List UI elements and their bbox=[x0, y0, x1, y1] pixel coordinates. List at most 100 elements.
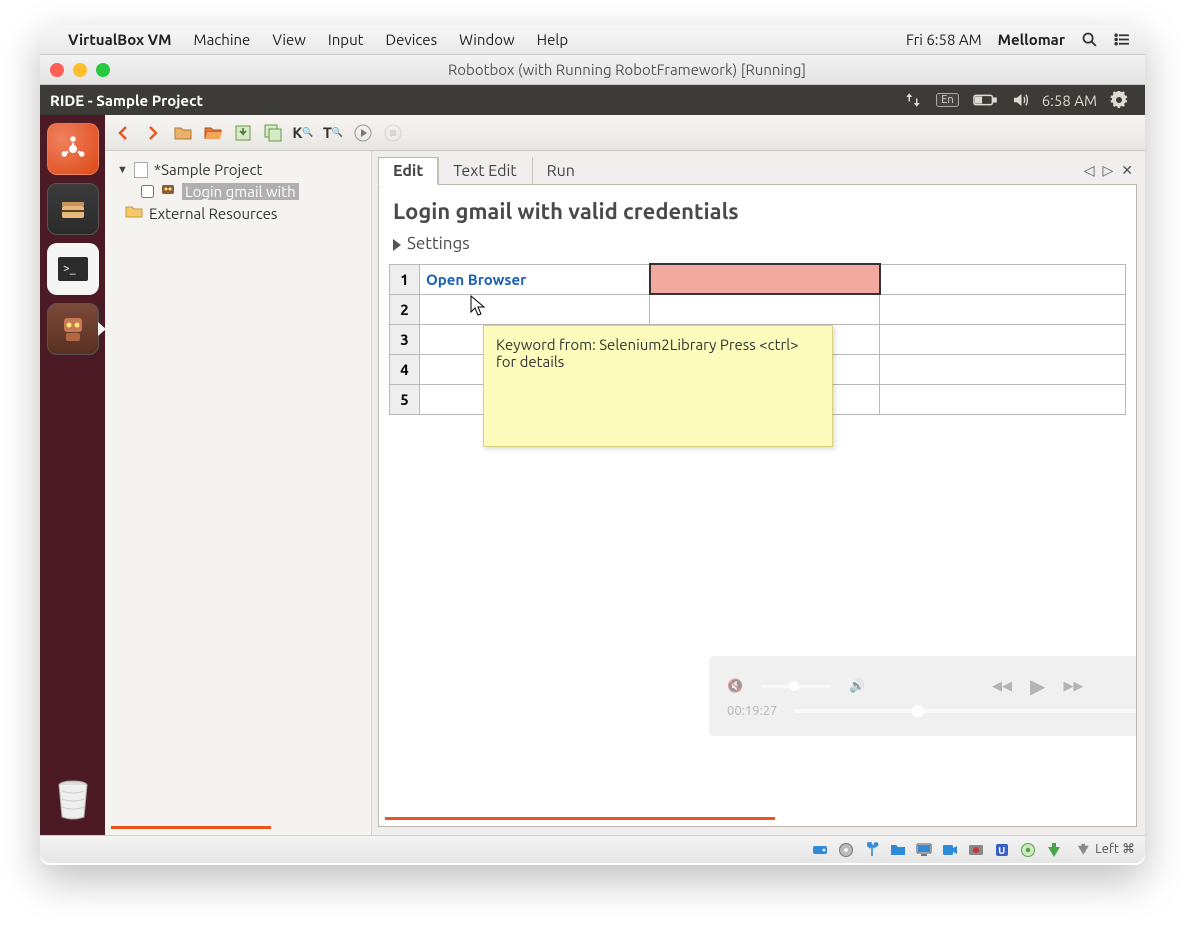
grid-cell-keyword[interactable]: Open Browser bbox=[420, 264, 650, 294]
menu-list-icon[interactable] bbox=[1114, 31, 1131, 48]
svg-text:>_: >_ bbox=[63, 262, 76, 275]
grid-cell[interactable] bbox=[880, 384, 1126, 414]
stop-icon[interactable] bbox=[383, 123, 403, 143]
back-icon[interactable] bbox=[113, 123, 133, 143]
play-icon: ▶ bbox=[1030, 674, 1045, 698]
keyword-search-icon[interactable]: K🔍 bbox=[293, 123, 313, 143]
video-controls-overlay: 🔇 🔊 ◀◀ ▶ ▶▶ ⇪ 00:19:2 bbox=[709, 656, 1137, 736]
panel-clock[interactable]: 6:58 AM bbox=[1042, 92, 1097, 109]
keyword-tooltip: Keyword from: Selenium2Library Press <ct… bbox=[483, 325, 833, 447]
rewind-icon: ◀◀ bbox=[992, 679, 1012, 694]
grid-cell[interactable] bbox=[880, 264, 1126, 294]
status-guest-additions-icon[interactable] bbox=[1019, 841, 1036, 858]
mute-icon: 🔇 bbox=[727, 679, 743, 694]
save-icon[interactable] bbox=[233, 123, 253, 143]
battery-icon[interactable] bbox=[973, 93, 997, 107]
status-shared-folder-icon[interactable] bbox=[889, 841, 906, 858]
mac-menubar: VirtualBox VM Machine View Input Devices… bbox=[40, 25, 1145, 55]
tree-testcase[interactable]: Login gmail with bbox=[111, 180, 365, 203]
grid-cell[interactable] bbox=[880, 294, 1126, 324]
testcase-title: Login gmail with valid credentials bbox=[393, 199, 1126, 224]
window-close-icon[interactable] bbox=[50, 63, 64, 77]
tree-external-resources[interactable]: External Resources bbox=[111, 203, 365, 224]
grid-row-header[interactable]: 4 bbox=[390, 354, 420, 384]
robot-app-icon[interactable] bbox=[47, 303, 99, 355]
tab-close-icon[interactable]: ✕ bbox=[1117, 162, 1137, 179]
tree-root-label: *Sample Project bbox=[154, 161, 262, 178]
files-icon[interactable] bbox=[47, 183, 99, 235]
menu-machine[interactable]: Machine bbox=[194, 31, 251, 48]
dash-icon[interactable] bbox=[47, 123, 99, 175]
expand-icon bbox=[393, 239, 401, 251]
status-hdd-icon[interactable] bbox=[811, 841, 828, 858]
menu-devices[interactable]: Devices bbox=[386, 31, 438, 48]
testcase-checkbox[interactable] bbox=[141, 185, 154, 198]
status-cd-icon[interactable] bbox=[837, 841, 854, 858]
window-minimize-icon[interactable] bbox=[73, 63, 87, 77]
grid-row-header[interactable]: 3 bbox=[390, 324, 420, 354]
grid-cell[interactable] bbox=[880, 354, 1126, 384]
status-display-icon[interactable] bbox=[915, 841, 932, 858]
vm-window-title: Robotbox (with Running RobotFramework) [… bbox=[119, 61, 1135, 78]
tab-nav-prev-icon[interactable]: ◁ bbox=[1080, 162, 1099, 179]
grid-cell[interactable] bbox=[420, 294, 650, 324]
editor-body: Login gmail with valid credentials Setti… bbox=[378, 185, 1137, 827]
tree-scroll-indicator bbox=[111, 826, 271, 829]
gear-icon[interactable] bbox=[1110, 91, 1128, 109]
robot-icon bbox=[160, 182, 176, 201]
svg-text:U: U bbox=[998, 845, 1005, 856]
tree-testcase-label: Login gmail with bbox=[182, 183, 299, 200]
host-key-indicator: Left ⌘ bbox=[1077, 842, 1135, 857]
volume-up-icon: 🔊 bbox=[849, 679, 865, 694]
grid-cell-selected[interactable] bbox=[650, 264, 880, 294]
menu-help[interactable]: Help bbox=[537, 31, 568, 48]
folder-icon bbox=[125, 205, 143, 222]
status-vrde-icon[interactable]: U bbox=[993, 841, 1010, 858]
grid-row-header[interactable]: 2 bbox=[390, 294, 420, 324]
forward-icon[interactable] bbox=[143, 123, 163, 143]
collapse-icon[interactable]: ▼ bbox=[117, 164, 128, 176]
grid-row-header[interactable]: 1 bbox=[390, 264, 420, 294]
volume-icon[interactable] bbox=[1011, 91, 1029, 109]
open-file-icon[interactable] bbox=[173, 123, 193, 143]
network-updown-icon[interactable] bbox=[904, 91, 922, 109]
grid-cell[interactable] bbox=[650, 294, 880, 324]
menubar-user[interactable]: Mellomar bbox=[998, 31, 1065, 48]
status-video-capture-icon[interactable] bbox=[941, 841, 958, 858]
vm-statusbar: U Left ⌘ bbox=[40, 835, 1145, 863]
tab-run[interactable]: Run bbox=[532, 157, 590, 185]
grid-row-header[interactable]: 5 bbox=[390, 384, 420, 414]
elapsed-time: 00:19:27 bbox=[727, 704, 777, 718]
spotlight-icon[interactable] bbox=[1081, 31, 1098, 48]
menu-window[interactable]: Window bbox=[459, 31, 515, 48]
project-tree: ▼ *Sample Project Login gmail with bbox=[105, 151, 372, 835]
tab-text-edit[interactable]: Text Edit bbox=[438, 157, 531, 185]
keyboard-lang-indicator[interactable]: En bbox=[936, 93, 958, 107]
ubuntu-top-panel: RIDE - Sample Project En 6:58 AM bbox=[40, 85, 1145, 115]
suite-icon bbox=[134, 162, 148, 178]
grid-cell[interactable] bbox=[880, 324, 1126, 354]
terminal-icon[interactable]: >_ bbox=[47, 243, 99, 295]
app-window-title: RIDE - Sample Project bbox=[50, 92, 203, 109]
text-search-icon[interactable]: T🔍 bbox=[323, 123, 343, 143]
window-zoom-icon[interactable] bbox=[96, 63, 110, 77]
tab-nav-next-icon[interactable]: ▷ bbox=[1098, 162, 1117, 179]
settings-toggle[interactable]: Settings bbox=[393, 234, 1126, 253]
menu-input[interactable]: Input bbox=[328, 31, 364, 48]
tree-external-label: External Resources bbox=[149, 205, 277, 222]
menubar-clock[interactable]: Fri 6:58 AM bbox=[906, 31, 982, 48]
menu-app[interactable]: VirtualBox VM bbox=[68, 31, 172, 48]
unity-launcher: >_ bbox=[40, 115, 105, 835]
run-icon[interactable] bbox=[353, 123, 373, 143]
status-mouse-integration-icon[interactable] bbox=[1045, 841, 1062, 858]
tree-root[interactable]: ▼ *Sample Project bbox=[111, 159, 365, 180]
trash-icon[interactable] bbox=[47, 773, 99, 825]
open-folder-icon[interactable] bbox=[203, 123, 223, 143]
status-recording-icon[interactable] bbox=[967, 841, 984, 858]
menu-view[interactable]: View bbox=[272, 31, 306, 48]
ride-toolbar: K🔍 T🔍 bbox=[105, 115, 1145, 151]
editor-pane: Edit Text Edit Run ◁ ▷ ✕ Login gmail wit… bbox=[372, 151, 1145, 835]
tab-edit[interactable]: Edit bbox=[378, 157, 438, 185]
save-all-icon[interactable] bbox=[263, 123, 283, 143]
status-usb-icon[interactable] bbox=[863, 841, 880, 858]
